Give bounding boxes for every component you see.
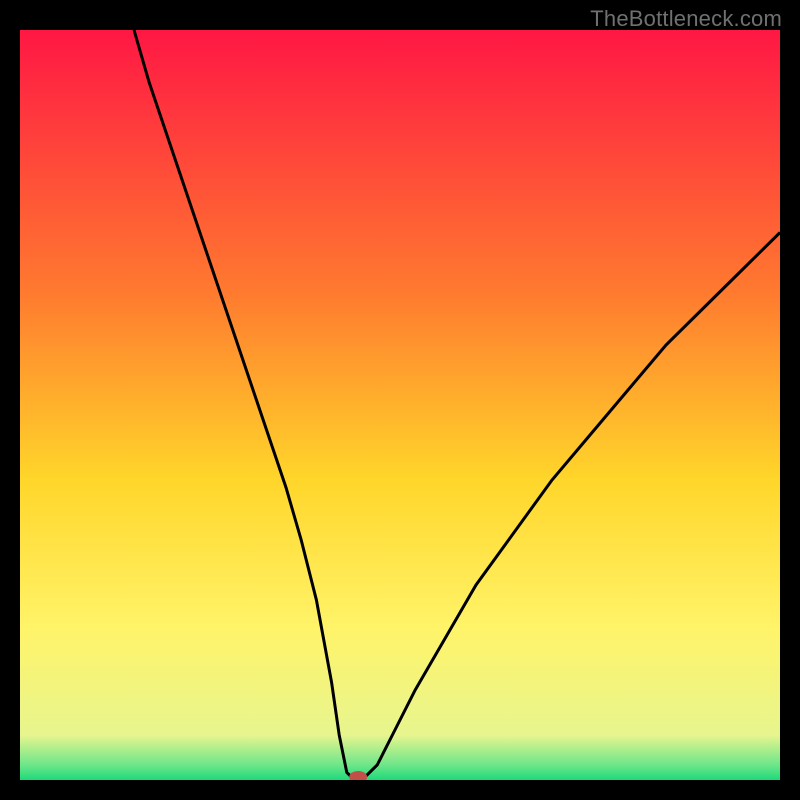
gradient-background bbox=[20, 30, 780, 780]
watermark-label: TheBottleneck.com bbox=[590, 6, 782, 32]
plot-area bbox=[20, 30, 780, 780]
bottleneck-chart-svg bbox=[20, 30, 780, 780]
chart-frame: TheBottleneck.com bbox=[0, 0, 800, 800]
